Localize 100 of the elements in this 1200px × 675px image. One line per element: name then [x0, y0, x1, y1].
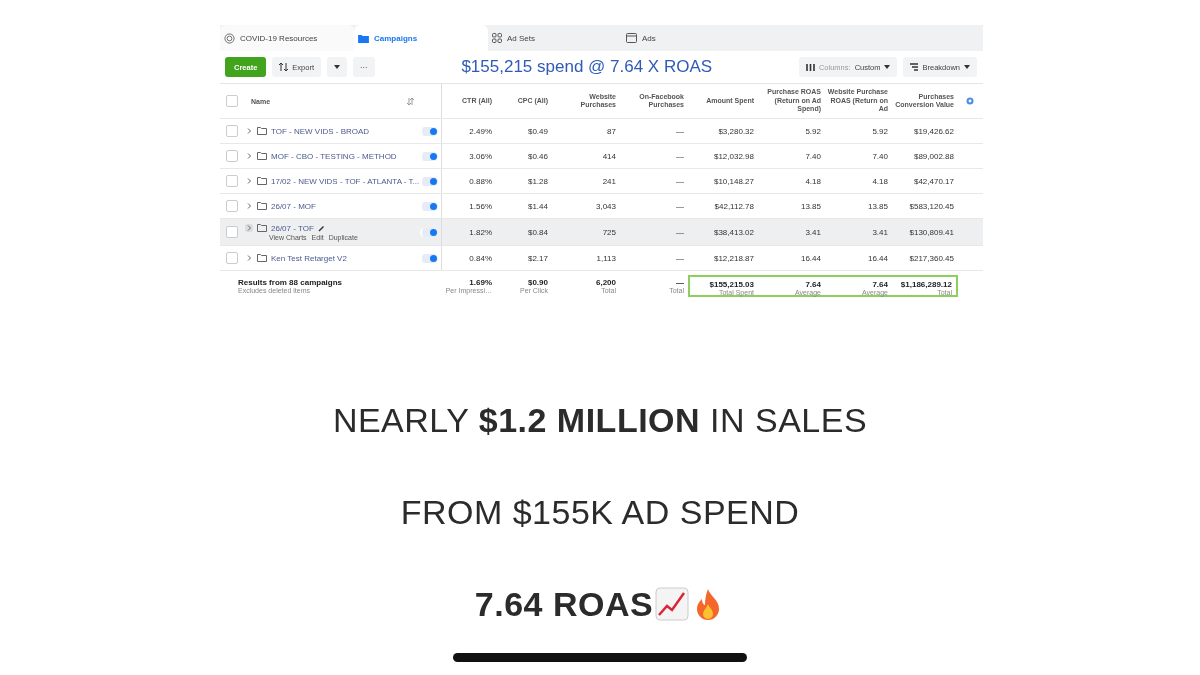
folder-icon: [257, 254, 267, 262]
checkbox[interactable]: [226, 175, 238, 187]
table-cell-text: 414: [601, 151, 617, 161]
chevron-icon[interactable]: [245, 152, 253, 160]
table-cell-text: 3.41: [804, 227, 822, 237]
campaign-name-link[interactable]: 26/07 - MOF: [271, 201, 316, 211]
table-cell-text: 241: [601, 176, 617, 186]
results-summary: Results from 88 campaigns: [238, 278, 344, 287]
sort-arrows-icon: [279, 63, 289, 71]
table-cell-text: 1,113: [595, 253, 617, 263]
checkbox[interactable]: [226, 252, 238, 264]
table-cell-text: $89,002.88: [912, 151, 955, 161]
campaign-row[interactable]: Ken Test Retarget V2 0.84% $2.17 1,113 — $12,218.87 16.44 16.44 $217,360.45: [220, 246, 983, 271]
chevron-icon[interactable]: [245, 177, 253, 185]
table-cell-text: $42,112.78: [713, 201, 755, 211]
table-cell-text: —: [675, 227, 685, 237]
settings-icon[interactable]: [966, 97, 974, 105]
table-cell-text: 16.44: [799, 253, 822, 263]
chevron-icon[interactable]: [245, 127, 253, 135]
spend-headline: $155,215 spend @ 7.64 X ROAS: [460, 57, 714, 77]
table-cell-text: 4.18: [804, 176, 822, 186]
table-cell-text: 725: [601, 227, 617, 237]
table-cell-text: 13.85: [799, 201, 822, 211]
folder-icon: [257, 224, 267, 232]
table-cell-text: $217,360.45: [908, 253, 955, 263]
checkbox[interactable]: [226, 200, 238, 212]
columns-icon: [805, 63, 815, 71]
campaign-name-link[interactable]: TOF - NEW VIDS - BROAD: [271, 126, 370, 136]
export-dropdown-button[interactable]: [327, 57, 348, 77]
table-cell-text: —: [675, 201, 685, 211]
table-cell-text: 3,043: [594, 201, 617, 211]
toggle-switch[interactable]: [420, 227, 438, 237]
table-cell-text: 4.18: [871, 176, 889, 186]
toggle-switch[interactable]: [420, 151, 438, 161]
table-cell-text: $1.28: [526, 176, 549, 186]
caret-icon: [334, 65, 341, 69]
table-cell-text: 2.49%: [468, 126, 493, 136]
folder-icon: [257, 127, 267, 135]
table-cell-text: —: [675, 151, 685, 161]
chevron-icon[interactable]: [245, 254, 253, 262]
toggle-switch[interactable]: [420, 126, 438, 136]
grid-icon: [492, 33, 502, 43]
caption-text: NEARLY $1.2 MILLION IN SALES: [332, 400, 868, 440]
campaign-name-link[interactable]: 26/07 - TOF: [271, 223, 314, 233]
table-cell-text: $0.46: [526, 151, 549, 161]
table-cell-text: 16.44: [866, 253, 889, 263]
window-icon: [626, 33, 637, 43]
table-cell-text: $19,426.62: [912, 126, 955, 136]
sort-icon[interactable]: [407, 97, 414, 105]
table-cell-text: $1.44: [526, 201, 549, 211]
toggle-switch[interactable]: [420, 201, 438, 211]
table-cell-text: 3.41: [871, 227, 889, 237]
table-cell-text: 3.06%: [468, 151, 493, 161]
table-cell-text: $2.17: [526, 253, 549, 263]
checkbox[interactable]: [226, 150, 238, 162]
table-cell-text: 7.40: [871, 151, 889, 161]
table-cell-text: $130,809.41: [908, 227, 955, 237]
table-cell-text: 13.85: [866, 201, 889, 211]
table-cell-text: 5.92: [804, 126, 822, 136]
campaign-row[interactable]: MOF - CBO - TESTING - METHOD 3.06% $0.46 414 — $12,032.98 7.40 7.40 $89,002.88: [220, 144, 983, 169]
table-cell-text: 5.92: [871, 126, 889, 136]
table-cell-text: $12,032.98: [712, 151, 755, 161]
table-cell-text: —: [675, 253, 685, 263]
table-cell-text: 0.88%: [468, 176, 493, 186]
table-cell-text: 0.84%: [468, 253, 493, 263]
chevron-icon[interactable]: [245, 202, 253, 210]
folder-icon: [257, 177, 267, 185]
tab[interactable]: Campaigns: [354, 25, 488, 51]
campaign-row[interactable]: 17/02 - NEW VIDS - TOF - ATLANTA - T... 0.88% $1.28 241 — $10,148.27 4.18 4.18 $42,470.17: [220, 169, 983, 194]
caret-icon: [884, 65, 891, 69]
toggle-switch[interactable]: [420, 176, 438, 186]
folder-icon: [358, 33, 369, 43]
table-cell-text: 87: [606, 126, 617, 136]
checkbox[interactable]: [226, 226, 238, 238]
toggle-switch[interactable]: [420, 253, 438, 263]
table-cell-text: —: [675, 126, 685, 136]
tab[interactable]: COVID-19 Resources: [220, 25, 354, 51]
checkbox[interactable]: [226, 95, 238, 107]
rising-chart-icon: [655, 587, 690, 621]
checkbox[interactable]: [226, 125, 238, 137]
campaign-name-link[interactable]: Ken Test Retarget V2: [271, 253, 347, 263]
campaign-row[interactable]: TOF - NEW VIDS - BROAD 2.49% $0.49 87 — $3,280.32 5.92 5.92 $19,426.62: [220, 119, 983, 144]
caption-text: 7.64 ROAS: [474, 584, 654, 624]
breakdown-icon: [910, 63, 919, 71]
table-cell-text: 1.82%: [468, 227, 493, 237]
table-cell-text: 1.56%: [468, 201, 493, 211]
table-cell-text: $10,148.27: [712, 176, 755, 186]
caption-text: FROM $155K AD SPEND: [400, 492, 800, 532]
table-cell-text: $38,413.02: [712, 227, 755, 237]
campaign-name-link[interactable]: 17/02 - NEW VIDS - TOF - ATLANTA - T...: [271, 176, 420, 186]
chevron-icon[interactable]: [245, 224, 253, 232]
table-cell-text: $42,470.17: [912, 176, 955, 186]
table-cell-text: —: [675, 176, 685, 186]
table-cell-text: $3,280.32: [717, 126, 755, 136]
table-cell-text: $0.84: [526, 227, 549, 237]
folder-icon: [257, 202, 267, 210]
caret-icon: [964, 65, 970, 69]
pencil-icon[interactable]: [317, 224, 325, 232]
table-cell-text: $583,120.45: [908, 201, 955, 211]
campaign-name-link[interactable]: MOF - CBO - TESTING - METHOD: [271, 151, 397, 161]
